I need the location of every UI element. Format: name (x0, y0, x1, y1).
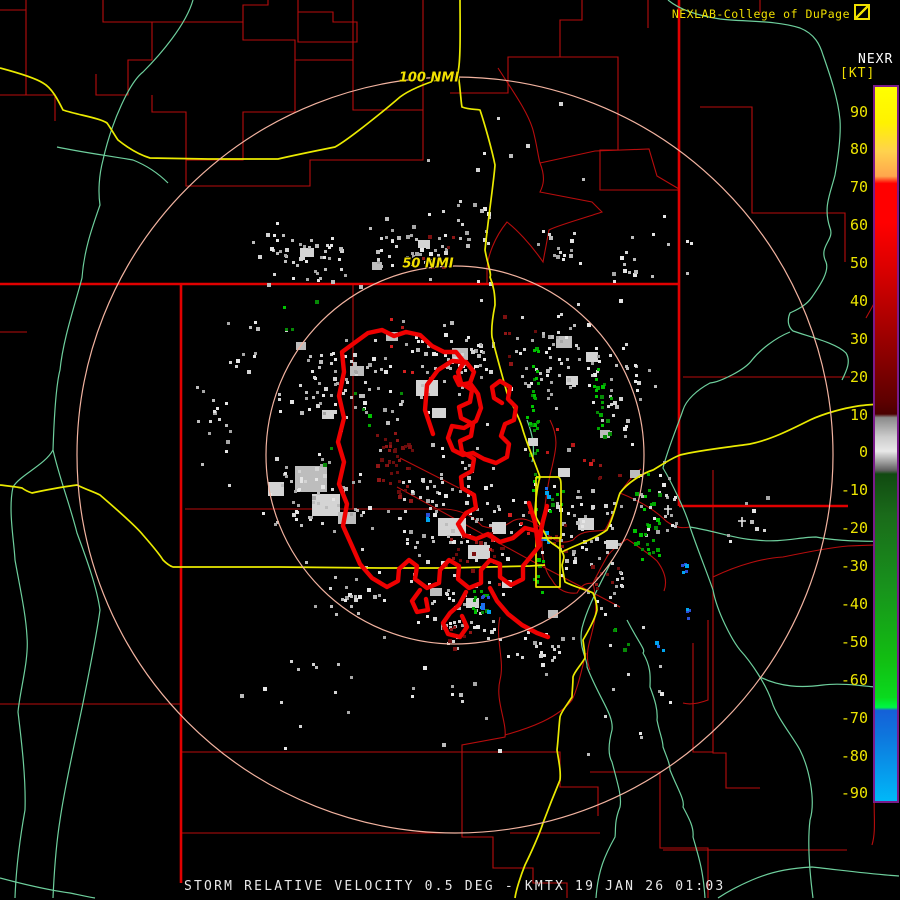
city-marker-icon (738, 517, 746, 527)
county-border-line (712, 470, 760, 789)
legend-units: [KT] (840, 66, 876, 81)
radar-echoes (196, 102, 770, 756)
range-ring-label-100nmi: 100 NMI (398, 70, 460, 86)
brand-text: NEXLAB-College of DuPage (671, 7, 850, 21)
colorbar-tick: 70 (849, 178, 868, 197)
river-line (667, 0, 849, 381)
river-line (717, 866, 900, 899)
county-border-line (682, 620, 709, 705)
range-ring (76, 76, 834, 834)
river-line (662, 331, 814, 899)
colorbar-tick: -70 (840, 708, 868, 727)
city-marker-icon (664, 505, 672, 515)
radar-viewer: NEXLAB-College of DuPage NEXR [KT] 90 80 7… (0, 0, 900, 900)
colorbar-tick: 80 (849, 140, 868, 159)
colorbar-tick: -80 (840, 746, 868, 765)
colorbar-tick: 20 (849, 367, 868, 386)
river-line (580, 559, 622, 899)
county-border-line (504, 652, 587, 736)
colorbar-tick: 90 (849, 102, 868, 121)
county-border-line (626, 538, 667, 592)
colorbar-tick: -60 (840, 670, 868, 689)
range-ring-label-50nmi: 50 NMI (402, 256, 454, 272)
county-border-line (560, 56, 679, 191)
colorbar-tick: 0 (858, 443, 868, 462)
county-border-line (95, 22, 153, 96)
county-border-line (151, 22, 296, 161)
county-border-line (399, 457, 460, 489)
status-bar-text: STORM RELATIVE VELOCITY 0.5 DEG - KMTX 1… (184, 879, 726, 894)
colorbar-tick: -50 (840, 632, 868, 651)
colorbar-tick: -40 (840, 595, 868, 613)
river-line (56, 146, 169, 184)
velocity-colorbar (873, 85, 899, 803)
colorbar-tick: -20 (840, 519, 868, 538)
window-logo-icon[interactable] (854, 4, 870, 20)
colorbar-tick: 30 (849, 329, 868, 348)
colorbar-tick: 50 (849, 254, 868, 273)
legend-title: NEXR (858, 52, 894, 67)
colorbar-tick: -10 (840, 481, 868, 500)
county-border-line (700, 106, 846, 262)
river-line (52, 0, 194, 899)
county-border-line (486, 162, 604, 284)
highway-line (457, 71, 598, 899)
county-border-line (497, 67, 680, 190)
river-line (0, 877, 96, 899)
highway-line (0, 0, 462, 160)
county-border-line (181, 751, 599, 816)
colorbar-tick: -30 (840, 557, 868, 576)
colorbar-tick: -90 (840, 784, 868, 803)
county-border-line (692, 643, 713, 753)
river-line (10, 449, 54, 899)
range-ring (265, 265, 645, 645)
radar-map (0, 0, 900, 900)
colorbar-tick: 60 (849, 216, 868, 235)
colorbar-tick: 10 (849, 405, 868, 424)
county-border-line (26, 94, 56, 121)
colorbar-tick: 40 (849, 291, 868, 310)
county-border-line (712, 543, 900, 578)
brand-header: NEXLAB-College of DuPage (0, 4, 870, 21)
